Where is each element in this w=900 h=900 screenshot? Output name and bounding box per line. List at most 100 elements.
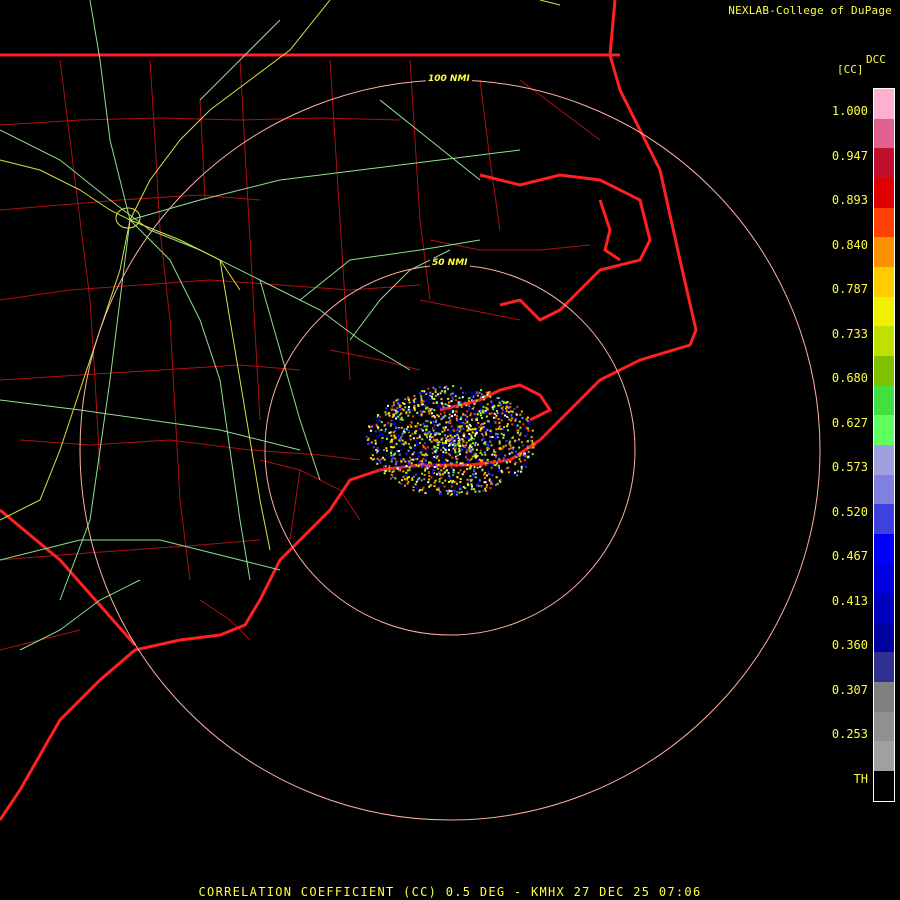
echo-pixel (509, 440, 512, 443)
echo-pixel (399, 420, 402, 423)
echo-pixel (410, 462, 413, 465)
echo-pixel (408, 399, 410, 402)
echo-pixel (394, 457, 397, 460)
echo-pixel (394, 477, 397, 480)
echo-pixel (442, 406, 445, 409)
echo-pixel (499, 403, 502, 406)
echo-pixel (411, 432, 414, 435)
echo-pixel (416, 411, 419, 414)
echo-pixel (504, 457, 507, 460)
echo-pixel (380, 421, 383, 424)
echo-pixel (401, 432, 404, 435)
echo-pixel (405, 465, 408, 467)
echo-pixel (419, 410, 422, 413)
echo-pixel (401, 408, 404, 411)
echo-pixel (465, 425, 468, 428)
echo-pixel (497, 404, 500, 407)
echo-pixel (450, 466, 453, 469)
echo-pixel (442, 446, 445, 449)
echo-pixel (517, 453, 520, 456)
echo-pixel (421, 449, 424, 451)
echo-pixel (388, 414, 391, 417)
echo-pixel (511, 417, 514, 420)
echo-pixel (462, 432, 465, 435)
echo-pixel (509, 460, 512, 463)
echo-pixel (438, 446, 441, 449)
echo-pixel (366, 439, 369, 441)
echo-pixel (519, 426, 522, 429)
echo-pixel (500, 469, 503, 472)
echo-pixel (494, 420, 497, 423)
echo-pixel (410, 421, 413, 424)
echo-pixel (447, 453, 450, 456)
echo-pixel (467, 460, 469, 463)
echo-pixel (486, 393, 489, 396)
echo-pixel (489, 425, 492, 428)
echo-pixel (423, 473, 426, 476)
echo-pixel (436, 446, 439, 449)
echo-pixel (520, 470, 523, 473)
echo-pixel (469, 414, 472, 417)
echo-pixel (485, 486, 488, 489)
echo-pixel (466, 463, 469, 466)
echo-pixel (423, 433, 426, 436)
echo-pixel (472, 442, 474, 445)
echo-pixel (527, 452, 530, 455)
echo-pixel (478, 458, 481, 461)
echo-pixel (421, 488, 424, 491)
echo-pixel (421, 453, 424, 456)
echo-pixel (501, 447, 504, 450)
echo-pixel (415, 473, 418, 476)
echo-pixel (381, 433, 384, 436)
echo-pixel (413, 446, 416, 449)
echo-pixel (390, 449, 393, 452)
echo-pixel (470, 412, 472, 415)
echo-pixel (502, 401, 505, 404)
echo-pixel (382, 449, 385, 452)
echo-pixel (432, 420, 435, 423)
echo-pixel (449, 430, 452, 433)
echo-pixel (442, 426, 445, 429)
echo-pixel (404, 460, 407, 463)
echo-pixel (480, 464, 483, 467)
echo-pixel (495, 432, 497, 435)
echo-pixel (424, 469, 427, 472)
echo-pixel (514, 450, 517, 453)
echo-pixel (444, 434, 446, 437)
echo-pixel (390, 473, 393, 476)
echo-pixel (454, 451, 457, 454)
echo-pixel (393, 414, 395, 417)
echo-pixel (491, 483, 494, 486)
echo-pixel (495, 437, 498, 440)
echo-pixel (380, 440, 383, 443)
echo-pixel (532, 446, 535, 449)
echo-pixel (448, 474, 451, 477)
echo-pixel (477, 443, 479, 446)
echo-pixel (502, 436, 505, 439)
legend-tick: 0.573 (831, 460, 868, 474)
echo-pixel (473, 466, 476, 468)
echo-pixel (462, 464, 465, 467)
echo-pixel (516, 424, 519, 427)
echo-pixel (434, 439, 437, 442)
echo-pixel (403, 478, 406, 481)
echo-pixel (423, 478, 426, 481)
echo-pixel (468, 408, 471, 411)
echo-pixel (448, 481, 450, 483)
echo-pixel (426, 425, 429, 428)
echo-pixel (426, 454, 429, 456)
echo-pixel (445, 451, 448, 454)
echo-pixel (456, 415, 458, 417)
echo-pixel (436, 488, 438, 491)
echo-pixel (424, 442, 427, 445)
echo-pixel (475, 431, 478, 434)
echo-pixel (400, 426, 403, 429)
echo-pixel (470, 488, 473, 491)
echo-pixel (375, 423, 378, 426)
echo-pixel (405, 442, 407, 445)
echo-pixel (512, 446, 515, 449)
echo-pixel (476, 413, 479, 416)
echo-pixel (495, 428, 498, 431)
echo-pixel (490, 466, 493, 469)
echo-pixel (425, 428, 428, 431)
